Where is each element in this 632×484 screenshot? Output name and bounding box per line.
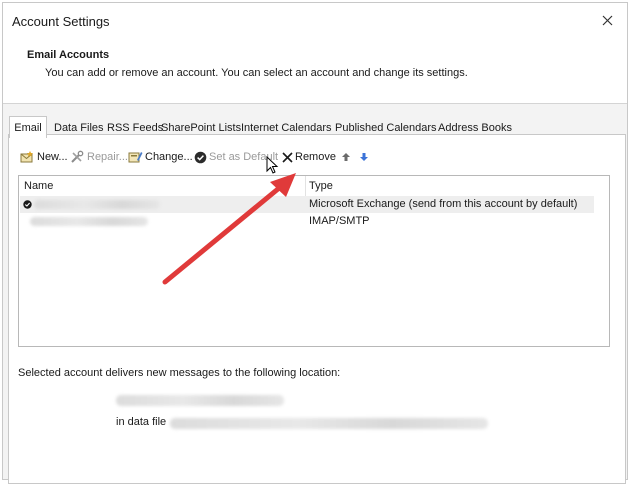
change-account-icon bbox=[128, 152, 143, 163]
redacted-data-file-path bbox=[170, 418, 488, 429]
move-up-button[interactable] bbox=[341, 148, 351, 166]
section-title: Email Accounts bbox=[27, 49, 110, 61]
default-account-check-icon bbox=[23, 200, 32, 209]
title-bar: Account Settings bbox=[3, 3, 627, 37]
header-section: Email Accounts You can add or remove an … bbox=[3, 37, 627, 104]
tab-data-files[interactable]: Data Files bbox=[51, 118, 107, 138]
repair-tools-icon bbox=[71, 150, 84, 163]
tab-rss-feeds[interactable]: RSS Feeds bbox=[104, 118, 166, 138]
remove-x-icon bbox=[282, 151, 293, 163]
change-button-label: Change... bbox=[145, 151, 193, 163]
tab-published-calendars[interactable]: Published Calendars bbox=[332, 118, 440, 138]
new-button-label: New... bbox=[37, 151, 68, 163]
window-title: Account Settings bbox=[12, 14, 110, 29]
close-button[interactable] bbox=[595, 9, 619, 31]
repair-button-label: Repair... bbox=[87, 151, 128, 163]
account-row[interactable]: IMAP/SMTP bbox=[20, 213, 594, 230]
repair-button[interactable]: Repair... bbox=[70, 148, 128, 166]
redacted-delivery-folder bbox=[116, 395, 284, 406]
redacted-account-name bbox=[34, 200, 160, 209]
accounts-list[interactable]: Name Type Microsoft Exchange (send from … bbox=[18, 175, 610, 347]
arrow-down-icon bbox=[360, 153, 368, 161]
change-button[interactable]: Change... bbox=[128, 148, 193, 166]
remove-button-label: Remove bbox=[295, 151, 336, 163]
tab-internet-calendars[interactable]: Internet Calendars bbox=[238, 118, 335, 138]
data-file-label: in data file bbox=[116, 416, 167, 428]
column-header-name[interactable]: Name bbox=[24, 180, 53, 192]
delivery-location-text: Selected account delivers new messages t… bbox=[18, 367, 341, 379]
tab-sharepoint-lists[interactable]: SharePoint Lists bbox=[158, 118, 244, 138]
redacted-account-name bbox=[30, 217, 148, 226]
tab-email[interactable]: Email bbox=[9, 116, 47, 138]
new-account-button[interactable]: New... bbox=[20, 148, 68, 166]
mouse-pointer-icon bbox=[266, 156, 279, 174]
column-header-type[interactable]: Type bbox=[309, 180, 333, 192]
account-type: IMAP/SMTP bbox=[309, 215, 370, 227]
remove-button[interactable]: Remove bbox=[282, 148, 336, 166]
checkmark-circle-icon bbox=[194, 151, 207, 163]
tab-address-books[interactable]: Address Books bbox=[435, 118, 515, 138]
account-type: Microsoft Exchange (send from this accou… bbox=[309, 198, 578, 210]
move-down-button[interactable] bbox=[359, 148, 369, 166]
arrow-up-icon bbox=[342, 153, 350, 161]
account-row[interactable]: Microsoft Exchange (send from this accou… bbox=[20, 196, 594, 213]
section-description: You can add or remove an account. You ca… bbox=[45, 67, 468, 79]
close-icon bbox=[602, 15, 612, 25]
new-mail-icon bbox=[20, 151, 33, 163]
column-divider bbox=[305, 176, 306, 196]
